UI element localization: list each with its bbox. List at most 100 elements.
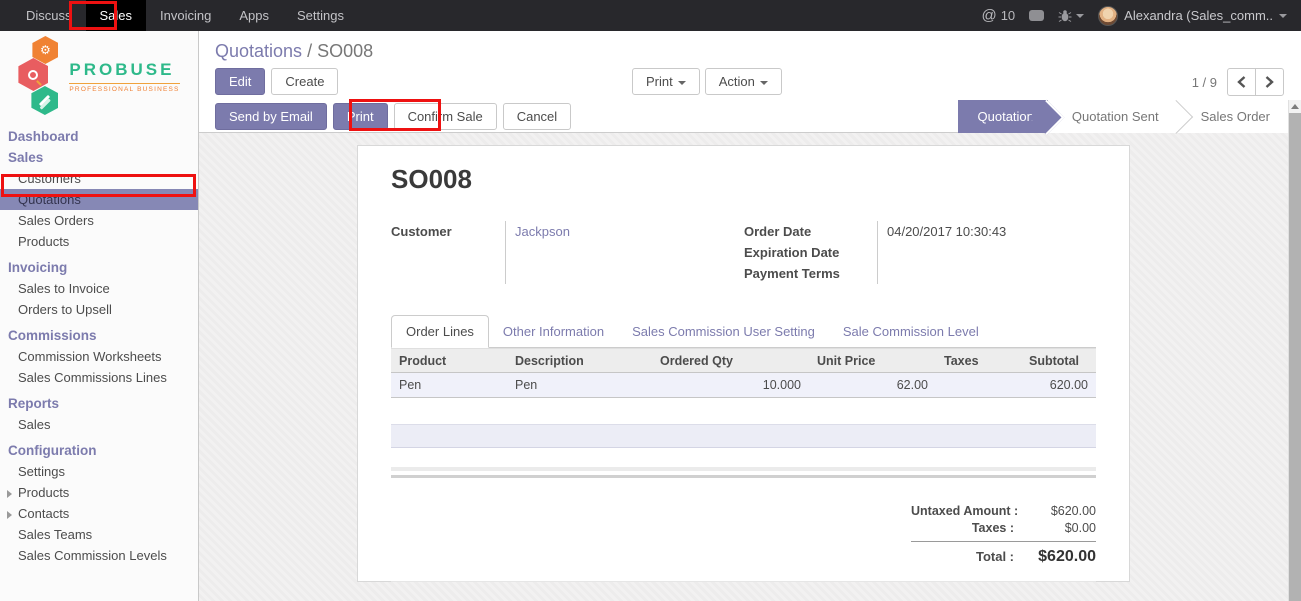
brand-tagline: PROFESSIONAL BUSINESS: [69, 83, 179, 93]
mention-count: 10: [1001, 8, 1015, 23]
sidebar-header-configuration[interactable]: Configuration: [0, 440, 198, 461]
caret-down-icon: [1279, 14, 1287, 18]
at-icon: @: [981, 7, 996, 24]
sidebar-item-sales-commissions-lines[interactable]: Sales Commissions Lines: [0, 367, 198, 388]
empty-row-strip: [391, 424, 1096, 448]
scroll-up-arrow[interactable]: [1289, 100, 1301, 113]
sidebar-header-sales[interactable]: Sales: [0, 147, 198, 168]
customer-field-group: Customer Jackpson: [391, 221, 744, 284]
dates-field-group: Order Date Expiration Date Payment Terms…: [744, 221, 1096, 284]
customer-value-link[interactable]: Jackpson: [515, 221, 744, 242]
breadcrumb-current: SO008: [317, 41, 373, 61]
sidebar-item-sales-teams[interactable]: Sales Teams: [0, 524, 198, 545]
tab-order-lines[interactable]: Order Lines: [391, 315, 489, 348]
sidebar-item-settings[interactable]: Settings: [0, 461, 198, 482]
cell-subtotal: 620.00: [1021, 373, 1096, 398]
create-button[interactable]: Create: [271, 68, 338, 95]
order-date-value: 04/20/2017 10:30:43: [887, 221, 1096, 242]
column-header-description[interactable]: Description: [507, 348, 652, 373]
taxes-total-value: $0.00: [1026, 521, 1096, 535]
cell-unit-price: 62.00: [809, 373, 936, 398]
breadcrumb: Quotations / SO008: [199, 31, 1301, 62]
mention-counter[interactable]: @ 10: [981, 7, 1015, 24]
pen-icon: [31, 86, 58, 115]
sidebar-header-reports[interactable]: Reports: [0, 393, 198, 414]
column-header-subtotal[interactable]: Subtotal: [1021, 348, 1096, 373]
user-menu[interactable]: Alexandra (Sales_comm..: [1098, 6, 1287, 26]
cancel-button[interactable]: Cancel: [503, 103, 571, 130]
tab-sale-commission-level[interactable]: Sale Commission Level: [829, 316, 993, 347]
confirm-sale-button[interactable]: Confirm Sale: [394, 103, 497, 130]
totals-divider: [911, 541, 1096, 542]
section-separator: [391, 467, 1096, 478]
state-quotation[interactable]: Quotation: [958, 100, 1048, 133]
nav-item-discuss[interactable]: Discuss: [12, 0, 86, 31]
tab-other-information[interactable]: Other Information: [489, 316, 618, 347]
expand-caret-icon: [7, 490, 12, 498]
nav-item-apps[interactable]: Apps: [225, 0, 283, 31]
breadcrumb-quotations-link[interactable]: Quotations: [215, 41, 302, 61]
nav-item-settings[interactable]: Settings: [283, 0, 358, 31]
sheet-bottom-divider: [391, 581, 1096, 582]
action-dropdown-button[interactable]: Action: [705, 68, 782, 95]
cell-product: Pen: [391, 373, 507, 398]
pager-previous-button[interactable]: [1227, 68, 1256, 96]
tab-sales-commission-user-setting[interactable]: Sales Commission User Setting: [618, 316, 829, 347]
caret-down-icon: [678, 81, 686, 85]
sidebar-item-commission-worksheets[interactable]: Commission Worksheets: [0, 346, 198, 367]
expand-caret-icon: [7, 511, 12, 519]
pager-next-button[interactable]: [1255, 68, 1284, 96]
messages-icon[interactable]: [1029, 10, 1044, 21]
breadcrumb-separator: /: [307, 41, 317, 61]
sidebar-item-sales-commission-levels[interactable]: Sales Commission Levels: [0, 545, 198, 566]
column-header-unit-price[interactable]: Unit Price: [809, 348, 936, 373]
order-date-label: Order Date: [744, 221, 869, 242]
print-dropdown-button[interactable]: Print: [632, 68, 700, 95]
edit-button[interactable]: Edit: [215, 68, 265, 95]
sidebar-header-commissions[interactable]: Commissions: [0, 325, 198, 346]
form-statusbar: Send by Email Print Confirm Sale Cancel …: [199, 100, 1288, 133]
untaxed-amount-label: Untaxed Amount :: [911, 504, 1030, 518]
scrollbar-thumb[interactable]: [1289, 113, 1301, 601]
table-row[interactable]: Pen Pen 10.000 62.00 620.00: [391, 373, 1096, 398]
sidebar-item-quotations[interactable]: Quotations: [0, 189, 198, 210]
total-label: Total :: [911, 549, 1026, 564]
column-header-taxes[interactable]: Taxes: [936, 348, 1021, 373]
expiration-date-label: Expiration Date: [744, 242, 869, 263]
state-quotation-sent[interactable]: Quotation Sent: [1048, 100, 1177, 133]
quotation-sheet: SO008 Customer Jackpson Order Date Expir…: [357, 145, 1130, 582]
bug-icon: [1058, 9, 1072, 23]
cell-description: Pen: [507, 373, 652, 398]
vertical-scrollbar[interactable]: [1288, 100, 1301, 601]
sidebar-item-sales-orders[interactable]: Sales Orders: [0, 210, 198, 231]
chevron-left-icon: [1237, 76, 1246, 88]
sidebar-item-orders-to-upsell[interactable]: Orders to Upsell: [0, 299, 198, 320]
column-header-ordered-qty[interactable]: Ordered Qty: [652, 348, 809, 373]
logo-hexagons: ⚙: [18, 36, 62, 116]
sidebar-item-sales-to-invoice[interactable]: Sales to Invoice: [0, 278, 198, 299]
sidebar-item-customers[interactable]: Customers: [0, 168, 198, 189]
nav-item-sales[interactable]: Sales: [86, 0, 147, 31]
sidebar-menu: Dashboard Sales Customers Quotations Sal…: [0, 126, 198, 566]
taxes-total-label: Taxes :: [911, 521, 1026, 535]
sidebar-item-products[interactable]: Products: [0, 231, 198, 252]
sidebar-item-config-products[interactable]: Products: [0, 482, 198, 503]
column-header-product[interactable]: Product: [391, 348, 507, 373]
caret-down-icon: [760, 81, 768, 85]
sidebar-item-sales-report[interactable]: Sales: [0, 414, 198, 435]
send-by-email-button[interactable]: Send by Email: [215, 103, 327, 130]
pager-counter: 1 / 9: [1192, 75, 1217, 90]
table-header-row: Product Description Ordered Qty Unit Pri…: [391, 348, 1096, 373]
customer-label: Customer: [391, 221, 497, 242]
sidebar-header-dashboard[interactable]: Dashboard: [0, 126, 198, 147]
probuse-logo: ⚙ PROBUSE PROFESSIONAL BUSINESS: [0, 31, 198, 121]
print-button[interactable]: Print: [333, 103, 388, 130]
nav-item-invoicing[interactable]: Invoicing: [146, 0, 225, 31]
user-avatar: [1098, 6, 1118, 26]
debug-menu[interactable]: [1058, 9, 1084, 23]
sidebar-header-invoicing[interactable]: Invoicing: [0, 257, 198, 278]
brand-name: PROBUSE: [69, 60, 179, 80]
chevron-right-icon: [1265, 76, 1274, 88]
sidebar-item-config-contacts[interactable]: Contacts: [0, 503, 198, 524]
pager: 1 / 9: [1192, 68, 1284, 96]
